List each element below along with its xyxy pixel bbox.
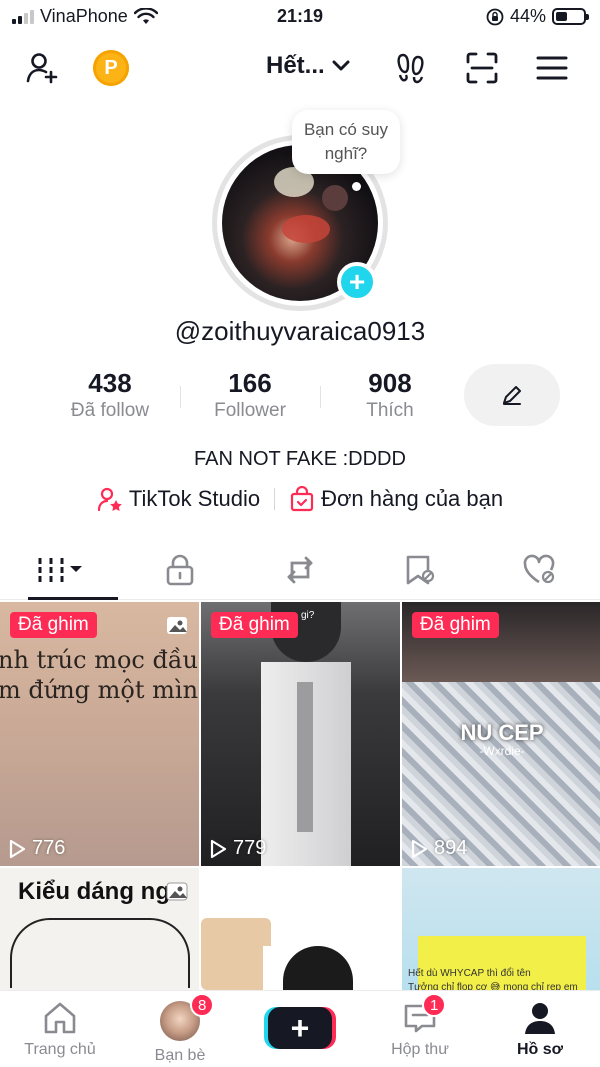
studio-icon (97, 487, 122, 512)
tab-liked[interactable] (480, 540, 600, 599)
pinned-badge: Đã ghim (412, 612, 499, 638)
coin-icon[interactable]: P (91, 48, 131, 88)
rotation-lock-icon (486, 8, 504, 25)
bio: FAN NOT FAKE :DDDD (194, 448, 406, 470)
photo-mode-icon (167, 617, 187, 634)
bookmark-hidden-icon (406, 555, 435, 584)
nav-home[interactable]: Trang chủ (0, 991, 120, 1067)
overlay-text: -Wxrdie- (479, 744, 525, 758)
play-icon (9, 839, 26, 858)
tab-videos[interactable] (0, 540, 120, 600)
create-button[interactable]: + (268, 1007, 332, 1049)
repost-icon (287, 556, 313, 583)
divider (274, 488, 276, 510)
nav-label: Hộp thư (391, 1041, 449, 1058)
stats-row: 438 Đã follow 166 Follower 908 Thích (40, 368, 460, 428)
nav-friends[interactable]: 8 Bạn bè (120, 991, 240, 1067)
account-name: Hết... (266, 52, 325, 79)
overlay-text: nh trúc mọc đầu đi (0, 646, 199, 674)
nav-create[interactable]: + (240, 991, 360, 1067)
view-count-value: 776 (32, 837, 66, 859)
nav-label: Bạn bè (154, 1047, 206, 1064)
stat-label: Đã follow (70, 400, 150, 421)
overlay-text: m đứng một mình c (0, 676, 199, 704)
stat-value: 166 (228, 368, 272, 398)
stat-label: Thích (366, 400, 414, 421)
likes-stat[interactable]: 908 Thích (320, 368, 460, 428)
add-friend-icon[interactable] (22, 48, 62, 88)
tiktok-studio-link[interactable]: TikTok Studio (97, 486, 260, 512)
nav-profile[interactable]: Hồ sơ (480, 991, 600, 1067)
view-count: 776 (8, 837, 65, 860)
username: @zoithuyvaraica0913 (174, 316, 426, 346)
link-label: TikTok Studio (128, 486, 261, 511)
nav-label: Hồ sơ (516, 1041, 564, 1058)
battery-info: 44% (486, 6, 589, 27)
nav-label: Trang chủ (24, 1041, 96, 1058)
photo-mode-icon (166, 882, 188, 901)
pinned-badge: Đã ghim (10, 612, 97, 638)
menu-icon[interactable] (532, 48, 572, 88)
play-icon (210, 839, 227, 858)
status-bar: VinaPhone 21:19 44% (0, 0, 600, 34)
tab-reposts[interactable] (240, 540, 360, 599)
qr-scan-icon[interactable] (462, 48, 502, 88)
thought-bubble-tail (352, 182, 361, 191)
notification-badge: 1 (422, 993, 447, 1017)
overlay-text: NU CEP (460, 720, 544, 745)
profile-icon (525, 1003, 555, 1034)
video-thumbnail[interactable]: gi? Đã ghim 779 (201, 602, 400, 866)
link-label: Đơn hàng của bạn (321, 486, 504, 511)
overlay-text: Tưởng chỉ flop cơ 😅 mong chỉ rep em (408, 982, 578, 990)
content-tabs (0, 540, 600, 600)
stat-label: Follower (214, 400, 286, 421)
home-icon (44, 1002, 76, 1034)
pinned-badge: Đã ghim (211, 612, 298, 638)
video-thumbnail[interactable]: NU CEP -Wxrdie- Đã ghim 894 (402, 602, 600, 866)
bottom-nav: Trang chủ 8 Bạn bè + 1 Hộp thư Hồ sơ (0, 990, 600, 1067)
thought-bubble[interactable]: Bạn có suy nghĩ? (292, 110, 400, 174)
battery-icon (552, 8, 589, 25)
followers-stat[interactable]: 166 Follower (180, 368, 320, 428)
pencil-icon (503, 386, 521, 405)
orders-link[interactable]: Đơn hàng của bạn (289, 486, 503, 512)
heart-hidden-icon (523, 554, 555, 583)
play-icon (411, 839, 428, 858)
view-count: 779 (209, 837, 266, 860)
add-story-button[interactable]: + (337, 262, 377, 302)
nav-inbox[interactable]: 1 Hộp thư (360, 991, 480, 1067)
footprints-icon[interactable] (391, 48, 431, 88)
account-switcher[interactable]: Hết... (266, 52, 351, 80)
overlay-text: Kiểu dáng ngư (18, 878, 188, 905)
tab-favorites[interactable] (360, 540, 480, 599)
video-grid: nh trúc mọc đầu đi m đứng một mình c Đã … (0, 602, 600, 990)
view-count: 894 (410, 837, 467, 860)
following-stat[interactable]: 438 Đã follow (40, 368, 180, 428)
view-count-value: 779 (233, 837, 267, 859)
plus-icon: + (348, 266, 366, 297)
plus-icon: + (290, 1009, 310, 1046)
edit-profile-button[interactable] (464, 364, 560, 426)
notification-badge: 8 (190, 993, 215, 1017)
video-thumbnail[interactable]: nh trúc mọc đầu đi m đứng một mình c Đã … (0, 602, 199, 866)
view-count-value: 894 (434, 837, 468, 859)
top-nav: P Hết... (0, 40, 600, 96)
lock-icon (166, 554, 194, 585)
overlay-text: Hết dù WHYCAP thì đổi tên (408, 968, 531, 979)
stat-value: 908 (368, 368, 412, 398)
grid-icon (38, 557, 82, 582)
video-thumbnail[interactable] (201, 868, 400, 990)
profile-links: TikTok Studio Đơn hàng của bạn (0, 486, 600, 512)
tab-private[interactable] (120, 540, 240, 599)
video-thumbnail[interactable]: Hết dù WHYCAP thì đổi tên Tưởng chỉ flop… (402, 868, 600, 990)
video-thumbnail[interactable]: Kiểu dáng ngư (0, 868, 199, 990)
chevron-down-icon (332, 60, 350, 71)
overlay-text: gi? (301, 610, 315, 621)
stat-value: 438 (88, 368, 132, 398)
battery-percent: 44% (509, 6, 546, 26)
shopping-bag-icon (291, 486, 314, 512)
coin-badge: P (93, 50, 129, 86)
